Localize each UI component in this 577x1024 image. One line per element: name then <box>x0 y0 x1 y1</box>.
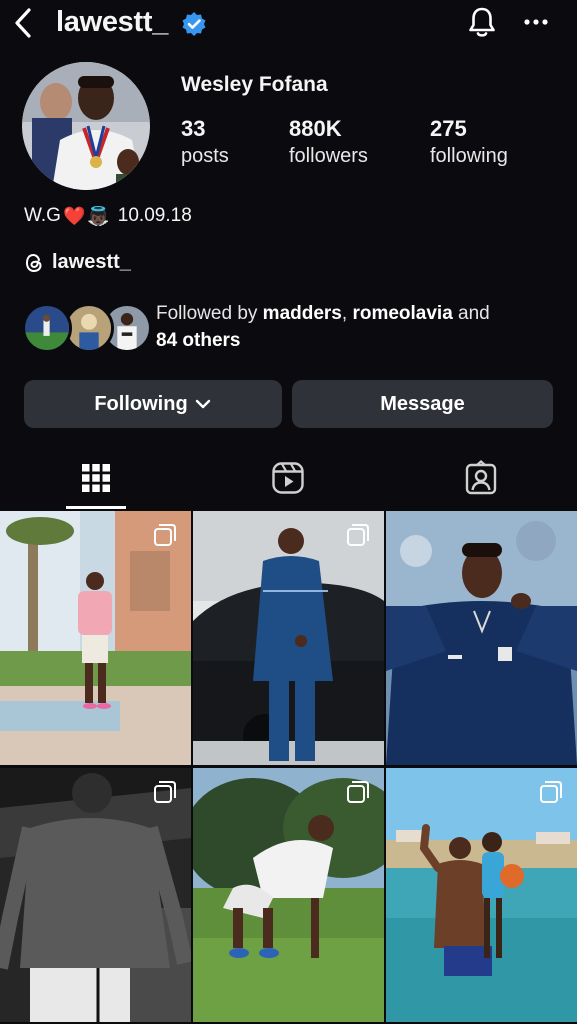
threads-handle: lawestt_ <box>52 251 131 273</box>
post-photo <box>193 768 384 1022</box>
avatar-photo <box>22 62 150 190</box>
posts-count: 33 <box>181 116 206 141</box>
threads-link[interactable]: lawestt_ <box>24 251 131 274</box>
display-name: Wesley Fofana <box>181 73 328 96</box>
message-button-label: Message <box>380 392 465 415</box>
post-photo <box>386 511 577 765</box>
mutual-avatar <box>22 303 72 353</box>
multiple-posts-icon <box>154 781 176 803</box>
following-button-label: Following <box>94 392 188 415</box>
mutual-user-romeolavia[interactable]: romeolavia <box>352 303 452 324</box>
followed-by-text[interactable]: Followed by madders, romeolavia and 84 ot… <box>156 300 556 354</box>
following-count: 275 <box>430 116 467 141</box>
followed-by-separator: , <box>341 303 353 324</box>
profile-bio: W.G ❤️ 👼🏿 10.09.18 <box>24 205 192 227</box>
stat-posts[interactable]: 33 posts <box>181 115 229 169</box>
bio-heart-emoji: ❤️ <box>62 205 86 226</box>
bio-angel-emoji: 👼🏿 <box>87 205 110 226</box>
grid-icon[interactable] <box>78 460 114 496</box>
bio-initials: W.G <box>24 205 61 226</box>
active-tab-indicator <box>66 506 126 509</box>
threads-icon <box>25 253 42 272</box>
following-label: following <box>430 145 508 167</box>
bio-date: 10.09.18 <box>117 205 192 226</box>
post-thumbnail[interactable] <box>0 511 191 765</box>
reels-icon[interactable] <box>270 460 306 496</box>
multiple-posts-icon <box>540 781 562 803</box>
mutual-others-count[interactable]: 84 others <box>156 330 240 351</box>
multiple-posts-icon <box>347 524 369 546</box>
post-thumbnail[interactable] <box>386 768 577 1022</box>
top-bar: lawestt_ <box>0 0 577 48</box>
posts-grid <box>0 511 577 1024</box>
post-photo <box>0 511 191 765</box>
followed-by-joiner: and <box>452 303 490 324</box>
post-photo <box>386 768 577 1022</box>
stat-following[interactable]: 275 following <box>430 115 508 169</box>
post-photo <box>0 768 191 1022</box>
multiple-posts-icon <box>347 781 369 803</box>
mutual-followers-avatars[interactable] <box>22 303 152 353</box>
post-thumbnail[interactable] <box>193 511 384 765</box>
verified-badge-icon <box>182 12 206 36</box>
post-thumbnail[interactable] <box>386 511 577 765</box>
multiple-posts-icon <box>154 524 176 546</box>
message-button[interactable]: Message <box>292 380 553 428</box>
chevron-left-icon[interactable] <box>10 6 36 40</box>
following-button[interactable]: Following <box>24 380 282 428</box>
profile-avatar[interactable] <box>22 62 150 190</box>
stat-followers[interactable]: 880K followers <box>289 115 368 169</box>
post-thumbnail[interactable] <box>193 768 384 1022</box>
mutual-user-madders[interactable]: madders <box>263 303 342 324</box>
chevron-down-icon <box>195 399 210 409</box>
followers-label: followers <box>289 145 368 167</box>
post-photo <box>193 511 384 765</box>
posts-label: posts <box>181 145 229 167</box>
profile-username: lawestt_ <box>56 6 169 38</box>
more-horizontal-icon[interactable] <box>522 8 550 36</box>
profile-tabs <box>0 452 577 510</box>
tagged-icon[interactable] <box>463 460 499 496</box>
post-thumbnail[interactable] <box>0 768 191 1022</box>
followers-count: 880K <box>289 116 342 141</box>
followed-by-prefix: Followed by <box>156 303 263 324</box>
bell-icon[interactable] <box>466 5 498 39</box>
